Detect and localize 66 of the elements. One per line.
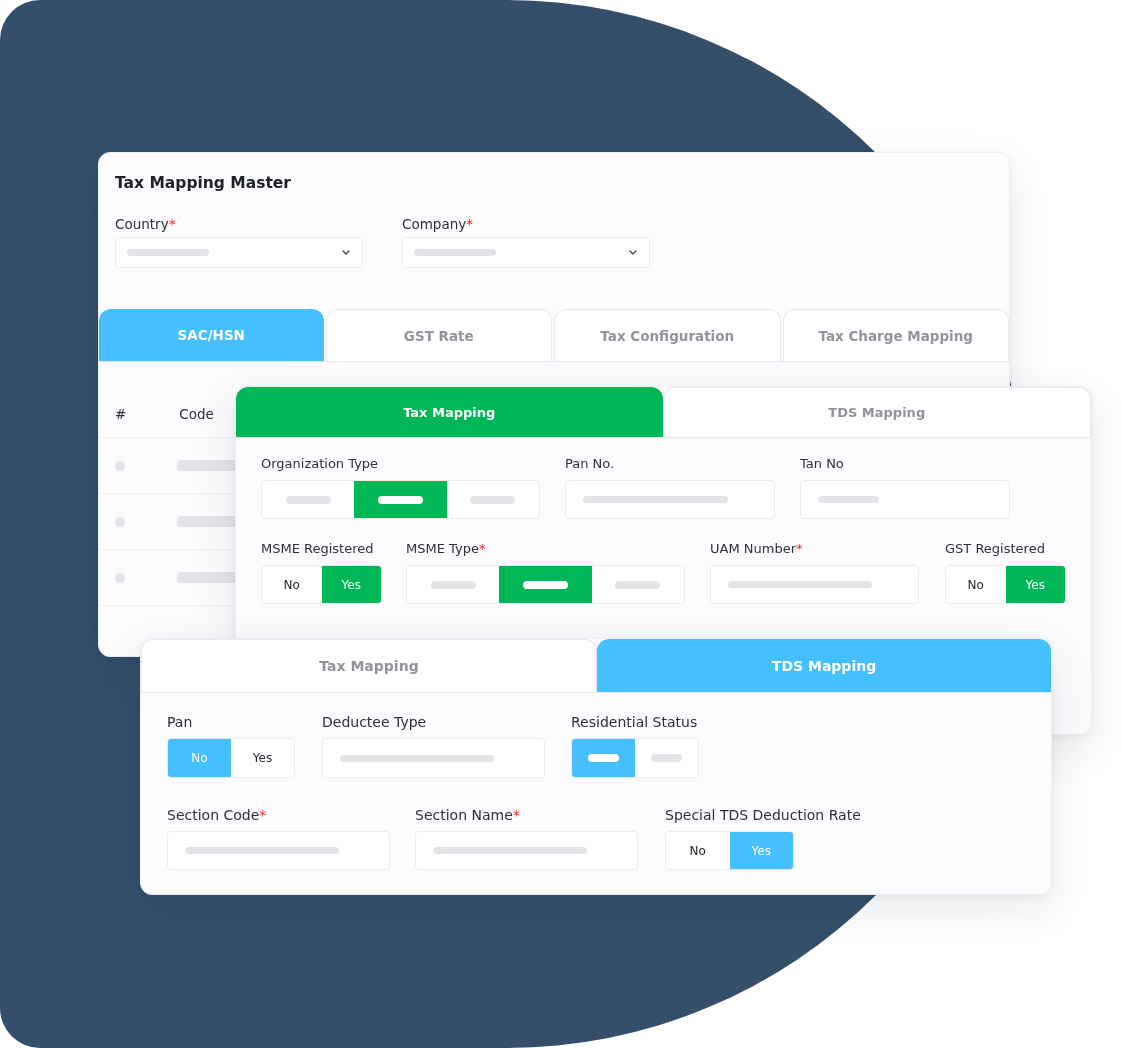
segmented-control[interactable] <box>261 480 540 519</box>
placeholder-line <box>588 754 619 762</box>
segment-option[interactable] <box>572 739 635 777</box>
input-field[interactable] <box>167 831 390 870</box>
placeholder-line <box>818 496 879 503</box>
dot-icon <box>115 572 125 583</box>
segment-option[interactable] <box>499 566 592 603</box>
yes-no-toggle[interactable]: No Yes <box>945 565 1066 604</box>
input-field[interactable] <box>322 738 545 778</box>
input-field[interactable] <box>710 565 919 604</box>
field-label: Organization Type <box>261 456 379 472</box>
tab[interactable]: GST Rate <box>325 309 552 361</box>
segmented-control[interactable] <box>406 565 685 604</box>
input-field[interactable] <box>415 831 638 870</box>
dot-icon <box>115 460 125 471</box>
segment-option[interactable] <box>354 481 447 518</box>
field-label: Residential Status <box>571 714 698 730</box>
toggle-option[interactable]: No <box>666 832 730 869</box>
input-field[interactable] <box>800 480 1010 519</box>
field-label: UAM Number* <box>710 541 803 557</box>
card-title: Tax Mapping Master <box>115 173 292 193</box>
field-label: Company* <box>402 216 473 232</box>
placeholder-line <box>285 495 331 504</box>
field-label: Special TDS Deduction Rate <box>665 807 861 823</box>
field-label: Deductee Type <box>322 714 427 730</box>
tab[interactable]: SAC/HSN <box>99 309 324 361</box>
toggle-option[interactable]: Yes <box>231 739 294 777</box>
tab[interactable]: Tax Mapping <box>141 639 597 692</box>
chevron-down-icon <box>629 250 637 255</box>
toggle-option[interactable]: Yes <box>729 832 793 869</box>
select-field[interactable] <box>115 237 363 268</box>
yes-no-toggle[interactable]: No Yes <box>261 565 382 604</box>
field-label: Tan No <box>800 456 844 472</box>
tab[interactable]: TDS Mapping <box>662 387 1091 437</box>
column-header: # <box>115 406 127 422</box>
field-label: Pan <box>167 714 193 730</box>
field-label: Section Name* <box>415 807 520 823</box>
yes-no-toggle[interactable]: No Yes <box>167 738 295 778</box>
chevron-down-icon <box>342 250 350 255</box>
select-field[interactable] <box>402 237 650 268</box>
dot-icon <box>115 516 125 527</box>
segmented-control[interactable] <box>571 738 699 778</box>
toggle-option[interactable]: No <box>168 739 231 777</box>
placeholder-line <box>615 580 661 589</box>
placeholder-line <box>430 580 476 589</box>
field-label: MSME Type* <box>406 541 486 557</box>
yes-no-toggle[interactable]: No Yes <box>665 831 794 870</box>
field-label: GST Registered <box>945 541 1045 557</box>
field-label: Pan No. <box>565 456 615 472</box>
tab[interactable]: TDS Mapping <box>597 639 1051 692</box>
toggle-option[interactable]: No <box>262 566 322 603</box>
tab[interactable]: Tax Charge Mapping <box>782 309 1009 361</box>
input-field[interactable] <box>565 480 775 519</box>
toggle-option[interactable]: Yes <box>321 566 381 603</box>
tab[interactable]: Tax Mapping <box>236 387 663 437</box>
placeholder-line <box>470 495 516 504</box>
tab[interactable]: Tax Configuration <box>554 309 781 361</box>
placeholder-line <box>523 580 568 589</box>
column-header: Code <box>179 406 214 422</box>
field-label: MSME Registered <box>261 541 374 557</box>
placeholder-line <box>651 754 682 762</box>
toggle-option[interactable]: No <box>946 566 1006 603</box>
field-label: Section Code* <box>167 807 267 823</box>
placeholder-line <box>378 495 423 504</box>
field-label: Country* <box>115 216 176 232</box>
toggle-option[interactable]: Yes <box>1005 566 1065 603</box>
